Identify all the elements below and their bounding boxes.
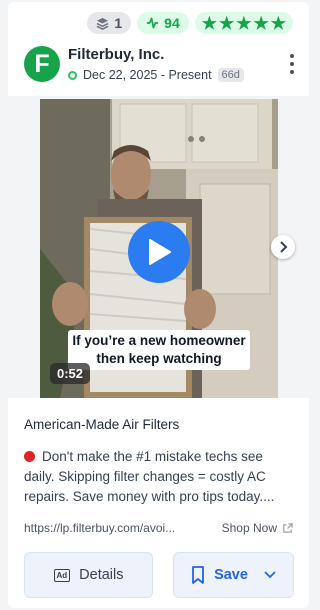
ad-body: Don't make the #1 mistake techs see dail… (24, 447, 296, 507)
chevron-right-icon[interactable] (271, 235, 295, 259)
variant-count-badge: 1 (87, 12, 132, 34)
star-icon: ★ (270, 13, 286, 33)
chevron-down-icon[interactable] (264, 571, 276, 579)
star-icon: ★ (201, 13, 217, 33)
bookmark-icon (192, 566, 204, 584)
layers-icon (96, 17, 109, 30)
details-label: Details (79, 567, 124, 583)
ad-headline: American-Made Air Filters (24, 417, 180, 432)
run-dates: Dec 22, 2025 - Present 66d (68, 68, 244, 82)
pulse-icon (147, 17, 159, 29)
video-caption: If you’re a new homeowner then keep watc… (68, 330, 250, 370)
cta-link[interactable]: Shop Now (222, 521, 293, 535)
ad-body-text: Don't make the #1 mistake techs see dail… (24, 449, 275, 504)
star-icon: ★ (219, 13, 235, 33)
more-options-icon[interactable] (289, 54, 295, 74)
active-status-icon (68, 70, 77, 80)
variant-count: 1 (114, 15, 123, 31)
star-icon: ★ (253, 13, 269, 33)
external-link-icon (283, 522, 293, 533)
play-button-icon[interactable] (128, 221, 190, 283)
red-circle-icon (24, 451, 35, 462)
ad-icon: Ad (53, 568, 71, 582)
performance-score-badge: 94 (137, 12, 189, 34)
rating-stars: ★ ★ ★ ★ ★ (194, 12, 293, 34)
badge-bar: 1 94 ★ ★ ★ ★ ★ (87, 12, 293, 34)
performance-score: 94 (164, 15, 180, 31)
video-thumbnail[interactable]: If you’re a new homeowner then keep watc… (40, 99, 278, 398)
ad-media: If you’re a new homeowner then keep watc… (8, 96, 309, 398)
days-running-badge: 66d (217, 68, 244, 82)
ad-link[interactable]: https://lp.filterbuy.com/avoi... (24, 521, 175, 535)
advertiser-name[interactable]: Filterbuy, Inc. (68, 46, 164, 63)
save-button[interactable]: Save (173, 552, 294, 598)
save-label: Save (214, 567, 248, 583)
star-icon: ★ (236, 13, 252, 33)
ad-card: 1 94 ★ ★ ★ ★ ★ F Filterbuy, Inc. Dec 22,… (8, 2, 309, 608)
date-range: Dec 22, 2025 - Present (83, 68, 212, 82)
details-button[interactable]: Ad Details (24, 552, 153, 598)
advertiser-logo[interactable]: F (24, 46, 60, 82)
cta-label: Shop Now (221, 521, 277, 535)
video-duration: 0:52 (50, 363, 91, 384)
